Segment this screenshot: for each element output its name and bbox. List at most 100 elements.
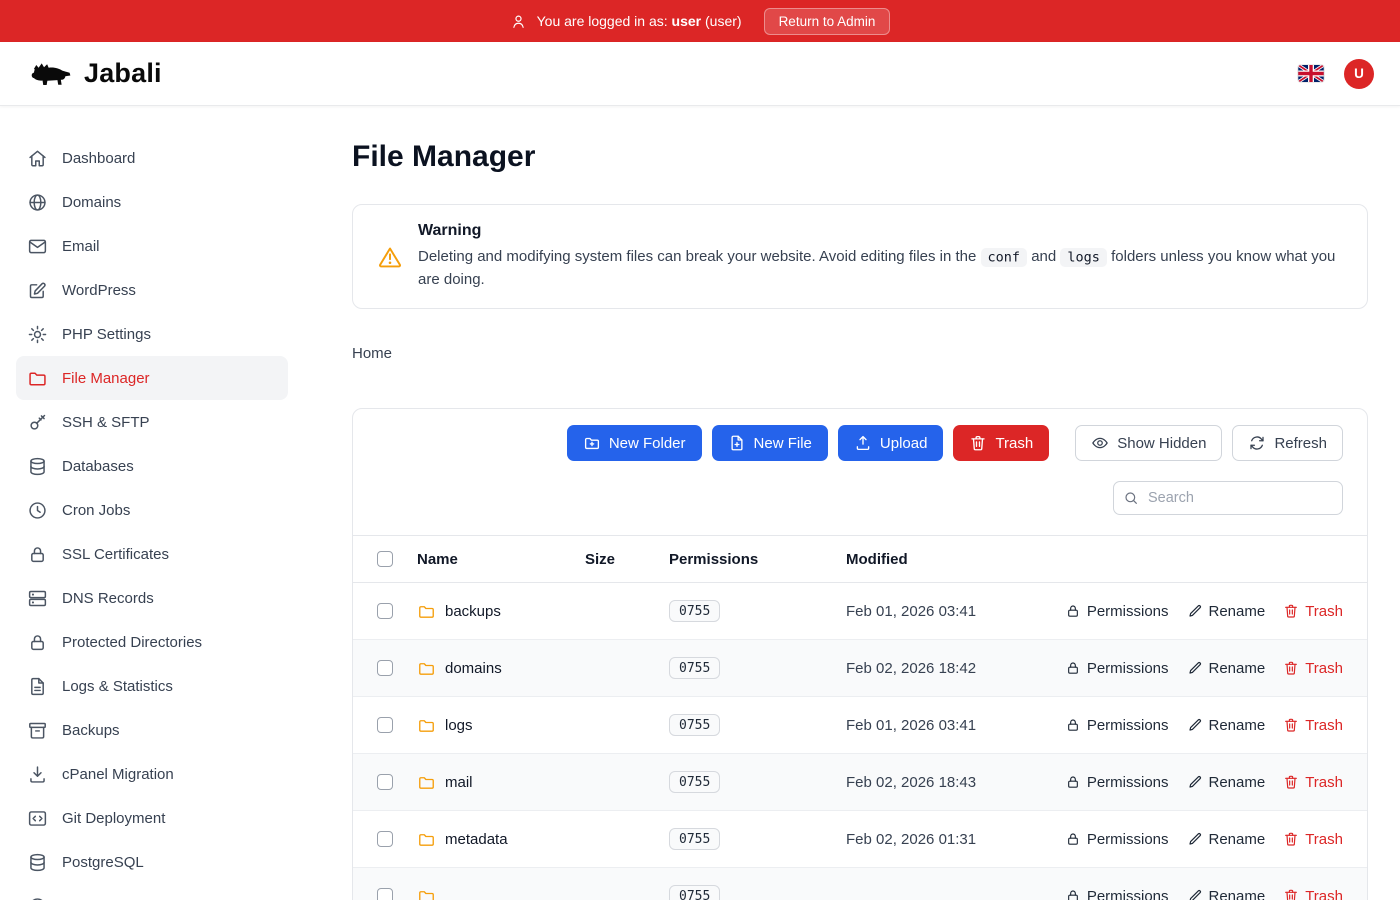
breadcrumb-home-link[interactable]: Home [352, 345, 392, 362]
sidebar-item-email[interactable]: Email [16, 224, 288, 268]
sidebar-item-logs-statistics[interactable]: Logs & Statistics [16, 664, 288, 708]
row-rename-button[interactable]: Rename [1187, 888, 1266, 900]
sidebar-item-databases[interactable]: Databases [16, 444, 288, 488]
search-icon [1123, 490, 1139, 506]
row-permissions-button[interactable]: Permissions [1065, 717, 1169, 734]
row-rename-button[interactable]: Rename [1187, 603, 1266, 620]
row-rename-button[interactable]: Rename [1187, 831, 1266, 848]
row-trash-button[interactable]: Trash [1283, 888, 1343, 900]
pencil-icon [1187, 660, 1203, 676]
file-name-link[interactable]: domains [445, 660, 502, 677]
folder-icon [417, 716, 436, 735]
folder-icon [417, 602, 436, 621]
document-icon [27, 676, 48, 697]
permissions-action-label: Permissions [1087, 831, 1169, 848]
show-hidden-button[interactable]: Show Hidden [1075, 425, 1222, 461]
circle-icon [27, 896, 48, 900]
boar-logo-icon [26, 58, 76, 89]
row-rename-button[interactable]: Rename [1187, 774, 1266, 791]
row-checkbox[interactable] [377, 831, 393, 847]
row-permissions-button[interactable]: Permissions [1065, 831, 1169, 848]
pencil-icon [1187, 603, 1203, 619]
folder-icon [417, 659, 436, 678]
return-to-admin-button[interactable]: Return to Admin [764, 8, 891, 35]
sidebar-item-label: WordPress [62, 282, 136, 299]
row-permissions-button[interactable]: Permissions [1065, 660, 1169, 677]
sidebar-item-label: Databases [62, 458, 134, 475]
mail-icon [27, 236, 48, 257]
sidebar-item-ssl-certificates[interactable]: SSL Certificates [16, 532, 288, 576]
warning-card: Warning Deleting and modifying system fi… [352, 204, 1368, 309]
file-name-link[interactable]: backups [445, 603, 501, 620]
row-rename-button[interactable]: Rename [1187, 717, 1266, 734]
search-input[interactable] [1113, 481, 1343, 515]
row-permissions-button[interactable]: Permissions [1065, 774, 1169, 791]
row-trash-button[interactable]: Trash [1283, 717, 1343, 734]
select-all-checkbox[interactable] [377, 551, 393, 567]
row-rename-button[interactable]: Rename [1187, 660, 1266, 677]
sidebar-item-protected-directories[interactable]: Protected Directories [16, 620, 288, 664]
sidebar-item-cron-jobs[interactable]: Cron Jobs [16, 488, 288, 532]
sidebar-item-label: Logs & Statistics [62, 678, 173, 695]
row-trash-button[interactable]: Trash [1283, 831, 1343, 848]
file-name-link[interactable]: metadata [445, 831, 508, 848]
trash-action-label: Trash [1305, 888, 1343, 900]
new-folder-button[interactable]: New Folder [567, 425, 702, 461]
permissions-badge: 0755 [669, 885, 720, 900]
uk-flag-icon[interactable] [1298, 65, 1324, 82]
file-name-link[interactable]: mail [445, 774, 473, 791]
database-icon [27, 852, 48, 873]
warning-body: Warning Deleting and modifying system fi… [418, 222, 1343, 291]
user-avatar[interactable]: U [1344, 59, 1374, 89]
permissions-action-label: Permissions [1087, 603, 1169, 620]
sidebar-item-cpanel-migration[interactable]: cPanel Migration [16, 752, 288, 796]
sidebar-item-label: PostgreSQL [62, 854, 144, 871]
sidebar-item-file-manager[interactable]: File Manager [16, 356, 288, 400]
sidebar-item-ssh-sftp[interactable]: SSH & SFTP [16, 400, 288, 444]
trash-action-label: Trash [1305, 774, 1343, 791]
eye-icon [1091, 434, 1109, 452]
permissions-badge: 0755 [669, 600, 720, 622]
new-file-button[interactable]: New File [712, 425, 828, 461]
sidebar-item-backups[interactable]: Backups [16, 708, 288, 752]
row-trash-button[interactable]: Trash [1283, 660, 1343, 677]
column-header-name: Name [417, 551, 585, 568]
sidebar-item-wordpress[interactable]: WordPress [16, 268, 288, 312]
sidebar-item-git-deployment[interactable]: Git Deployment [16, 796, 288, 840]
brand[interactable]: Jabali [26, 58, 162, 89]
refresh-icon [1248, 434, 1266, 452]
warning-text-between: and [1031, 248, 1056, 265]
sidebar-item-dns-records[interactable]: DNS Records [16, 576, 288, 620]
sidebar-item-label: Email [62, 238, 100, 255]
sidebar-item-php-settings[interactable]: PHP Settings [16, 312, 288, 356]
sidebar-item-label: SSL Certificates [62, 546, 169, 563]
row-checkbox[interactable] [377, 888, 393, 900]
sidebar-item-more[interactable] [16, 884, 288, 900]
row-checkbox[interactable] [377, 774, 393, 790]
row-checkbox[interactable] [377, 717, 393, 733]
row-permissions-button[interactable]: Permissions [1065, 603, 1169, 620]
sidebar-item-dashboard[interactable]: Dashboard [16, 136, 288, 180]
row-trash-button[interactable]: Trash [1283, 774, 1343, 791]
trash-toolbar-button[interactable]: Trash [953, 425, 1049, 461]
sidebar-item-domains[interactable]: Domains [16, 180, 288, 224]
refresh-button[interactable]: Refresh [1232, 425, 1343, 461]
row-checkbox[interactable] [377, 660, 393, 676]
trash-icon [1283, 717, 1299, 733]
sidebar-item-postgresql[interactable]: PostgreSQL [16, 840, 288, 884]
file-name-link[interactable]: logs [445, 717, 473, 734]
lock-icon [1065, 831, 1081, 847]
row-trash-button[interactable]: Trash [1283, 603, 1343, 620]
show-hidden-label: Show Hidden [1117, 435, 1206, 452]
lock-icon [27, 544, 48, 565]
clock-icon [27, 500, 48, 521]
upload-button[interactable]: Upload [838, 425, 944, 461]
permissions-action-label: Permissions [1087, 888, 1169, 900]
upload-icon [854, 434, 872, 452]
rename-action-label: Rename [1209, 888, 1266, 900]
pencil-icon [1187, 888, 1203, 900]
row-checkbox[interactable] [377, 603, 393, 619]
row-permissions-button[interactable]: Permissions [1065, 888, 1169, 900]
rename-action-label: Rename [1209, 831, 1266, 848]
trash-action-label: Trash [1305, 831, 1343, 848]
